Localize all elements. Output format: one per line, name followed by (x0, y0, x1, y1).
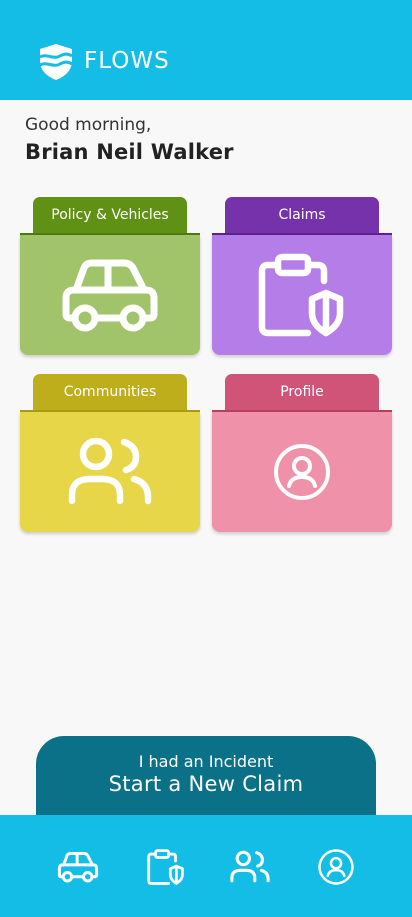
profile-card[interactable]: Profile (212, 374, 392, 532)
shield-waves-icon (39, 44, 73, 80)
policy-vehicles-card[interactable]: Policy & Vehicles (20, 197, 200, 355)
profile-tab-label: Profile (225, 374, 379, 412)
policy-vehicles-card-body[interactable] (20, 235, 200, 355)
nav-policy-vehicles[interactable] (54, 845, 102, 889)
communities-tab-label: Communities (33, 374, 187, 412)
communities-card[interactable]: Communities (20, 374, 200, 532)
nav-communities[interactable] (226, 845, 274, 889)
communities-card-body[interactable] (20, 412, 200, 532)
cta-subtitle: I had an Incident (138, 752, 274, 771)
profile-card-body[interactable] (212, 412, 392, 532)
claims-tab-label: Claims (225, 197, 379, 235)
app-header: FLOWS (0, 0, 412, 100)
brand-name: FLOWS (84, 48, 170, 74)
policy-vehicles-tab-label: Policy & Vehicles (33, 197, 187, 235)
claims-card[interactable]: Claims (212, 197, 392, 355)
car-icon (62, 259, 158, 332)
claims-card-body[interactable] (212, 235, 392, 355)
user-circle-icon (318, 849, 354, 885)
user-name: Brian Neil Walker (25, 140, 234, 164)
clipboard-shield-icon (147, 849, 184, 885)
cta-title: Start a New Claim (108, 772, 304, 796)
bottom-navigation (0, 815, 412, 917)
greeting-salutation: Good morning, (25, 115, 152, 135)
nav-profile[interactable] (312, 845, 360, 889)
users-icon (230, 850, 270, 883)
car-icon (57, 851, 99, 883)
user-circle-icon (274, 444, 330, 500)
start-new-claim-button[interactable]: I had an Incident Start a New Claim (36, 736, 376, 826)
nav-claims[interactable] (142, 845, 190, 889)
users-icon (68, 437, 152, 505)
clipboard-shield-icon (258, 253, 344, 337)
